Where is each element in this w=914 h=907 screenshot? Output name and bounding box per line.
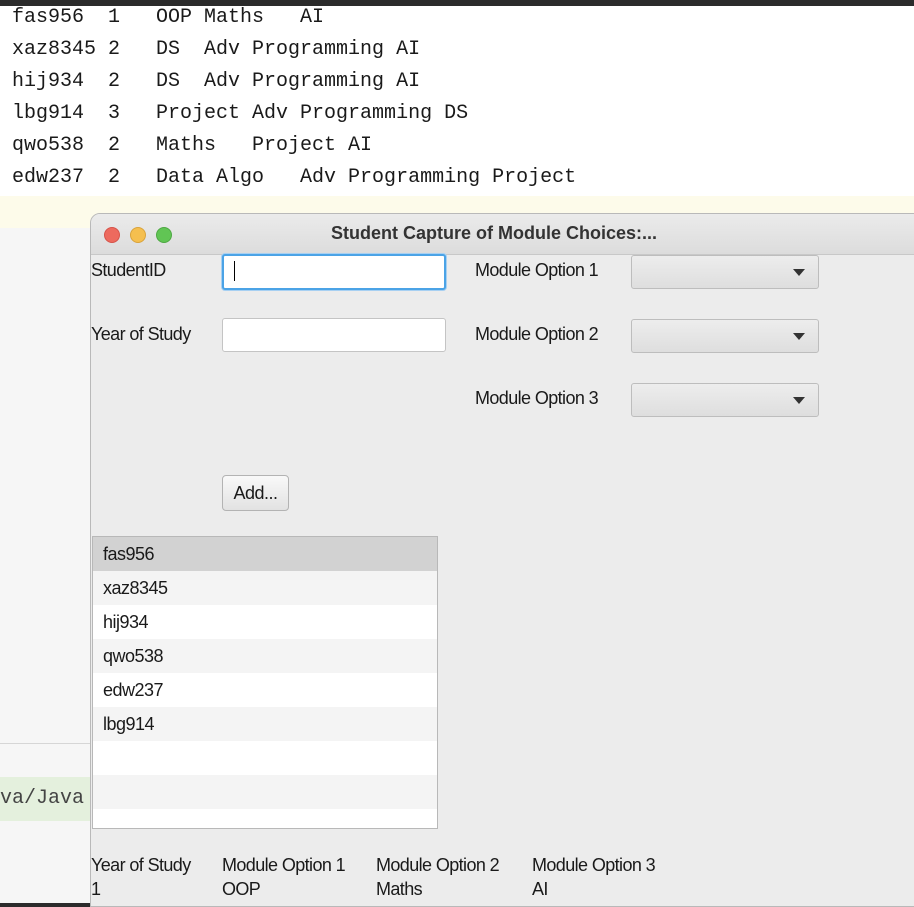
file-line: lbg914 3 Project Adv Programming DS [12, 102, 469, 125]
detail-module-1-value: OOP [222, 879, 261, 899]
detail-module-2-value: Maths [376, 879, 423, 899]
detail-module-2-header: Module Option 2 [376, 855, 500, 875]
year-of-study-input[interactable] [222, 318, 446, 352]
list-item[interactable]: xaz8345 [93, 571, 437, 605]
minimize-window-button[interactable] [130, 227, 146, 243]
module-option-3-select[interactable] [631, 383, 819, 417]
empty-list-row [93, 809, 437, 828]
close-window-button[interactable] [104, 227, 120, 243]
text-caret [234, 261, 235, 281]
list-item[interactable]: qwo538 [93, 639, 437, 673]
list-item[interactable]: lbg914 [93, 707, 437, 741]
title-bar[interactable]: Student Capture of Module Choices:... [91, 214, 914, 255]
chevron-down-icon [793, 269, 805, 276]
student-list[interactable]: fas956 xaz8345 hij934 qwo538 edw237 lbg9… [92, 536, 438, 829]
file-line: xaz8345 2 DS Adv Programming AI [12, 38, 421, 61]
file-line: fas956 1 OOP Maths AI [12, 6, 325, 29]
module-option-2-select[interactable] [631, 319, 819, 353]
detail-module-3-value: AI [532, 879, 548, 899]
detail-module-1-header: Module Option 1 [222, 855, 346, 875]
file-line: edw237 2 Data Algo Adv Programming Proje… [12, 166, 577, 189]
add-button[interactable]: Add... [222, 475, 289, 511]
module-option-2-label: Module Option 2 [475, 324, 599, 344]
chevron-down-icon [793, 333, 805, 340]
window-title: Student Capture of Module Choices:... [331, 223, 658, 243]
module-option-1-select[interactable] [631, 255, 819, 289]
empty-list-row [93, 741, 437, 775]
list-item[interactable]: hij934 [93, 605, 437, 639]
student-id-input[interactable] [222, 254, 446, 290]
list-item[interactable]: fas956 [93, 537, 437, 571]
student-id-label: StudentID [91, 260, 166, 280]
module-option-1-label: Module Option 1 [475, 260, 599, 280]
file-line: qwo538 2 Maths Project AI [12, 134, 373, 157]
module-choices-window: Student Capture of Module Choices:... St… [90, 213, 914, 907]
file-line: hij934 2 DS Adv Programming AI [12, 70, 421, 93]
zoom-window-button[interactable] [156, 227, 172, 243]
detail-year-value: 1 [91, 879, 101, 899]
background-divider [0, 743, 100, 744]
background-text-file: fas956 1 OOP Maths AI xaz8345 2 DS Adv P… [0, 6, 914, 228]
detail-module-3-header: Module Option 3 [532, 855, 656, 875]
module-option-3-label: Module Option 3 [475, 388, 599, 408]
empty-list-row [93, 775, 437, 809]
year-of-study-label: Year of Study [91, 324, 191, 344]
list-item[interactable]: edw237 [93, 673, 437, 707]
background-path-text: va/Java [0, 777, 100, 821]
chevron-down-icon [793, 397, 805, 404]
detail-year-header: Year of Study [91, 855, 191, 875]
